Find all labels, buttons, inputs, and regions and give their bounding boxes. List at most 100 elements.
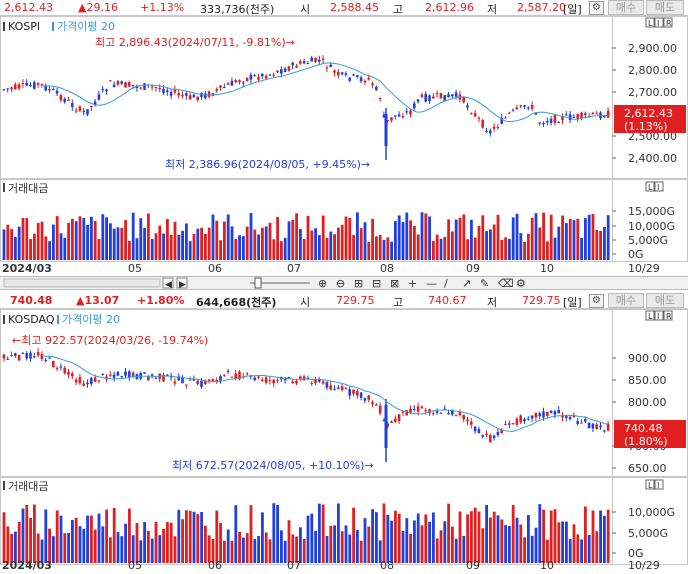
candle bbox=[154, 87, 158, 89]
volume-bar bbox=[6, 526, 10, 563]
volume-bar bbox=[215, 510, 219, 563]
last-price-value: 740.48 bbox=[624, 422, 663, 435]
candle bbox=[546, 121, 549, 123]
candle bbox=[401, 116, 405, 118]
volume-bar bbox=[245, 533, 249, 563]
candle bbox=[230, 80, 234, 86]
volume-bar bbox=[416, 513, 420, 563]
volume-bar bbox=[234, 238, 238, 260]
volume-bar bbox=[219, 240, 222, 260]
chart-toolbar-icons[interactable]: ◀ ▶ ⊕ ⊖ ⊞ ⊟ ⊠ + — / ↗ ✎ ⌫ ⚙ bbox=[0, 276, 688, 290]
candle bbox=[587, 422, 591, 429]
volume-bar bbox=[283, 237, 287, 260]
kospi-sell-button[interactable]: 매도 bbox=[646, 0, 684, 15]
candle bbox=[413, 408, 416, 410]
volume-bar bbox=[112, 228, 116, 260]
candle bbox=[120, 376, 123, 378]
volume-bar bbox=[29, 517, 32, 563]
max-annotation: ←최고 922.57(2024/03/26, -19.74%) bbox=[12, 334, 208, 347]
volume-bar bbox=[572, 220, 576, 260]
volume-bar bbox=[162, 233, 165, 260]
last-price-value: 2,612.43 bbox=[624, 107, 673, 120]
volume-bar bbox=[428, 216, 431, 260]
kospi-buy-button[interactable]: 매수 bbox=[608, 0, 644, 15]
kosdaq-chart[interactable]: KOSDAQ가격이평 20LIRLI900.00850.00800.00700.… bbox=[0, 309, 688, 574]
candle bbox=[21, 82, 25, 84]
volume-bar bbox=[576, 534, 580, 563]
candle bbox=[394, 115, 397, 117]
candle bbox=[416, 406, 420, 412]
candle bbox=[52, 89, 55, 91]
volume-bar bbox=[2, 229, 6, 260]
price-tick-label: 650.00 bbox=[628, 462, 667, 475]
volume-bar bbox=[17, 226, 21, 260]
volume-bar bbox=[428, 521, 431, 563]
volume-axis-pane bbox=[612, 477, 688, 565]
volume-bar bbox=[378, 234, 382, 260]
volume-bar bbox=[409, 220, 412, 260]
candle bbox=[481, 435, 484, 437]
candle bbox=[131, 372, 135, 377]
volume-bar bbox=[253, 539, 257, 563]
volume-bar bbox=[188, 510, 192, 563]
volume-bar bbox=[352, 235, 355, 260]
volume-bar bbox=[188, 241, 192, 260]
candle bbox=[272, 379, 275, 384]
kospi-chart[interactable]: KOSPI 가격이평 20 L I RL I2,900.002,800.002,700.0… bbox=[0, 16, 688, 276]
kosdaq-period[interactable]: [일] bbox=[563, 294, 582, 310]
volume-bar bbox=[287, 520, 291, 563]
volume-bar bbox=[591, 510, 595, 563]
candle bbox=[340, 386, 344, 391]
volume-bar bbox=[591, 213, 595, 260]
candle bbox=[295, 380, 298, 384]
crash-candle bbox=[384, 114, 388, 146]
axis-mode-icon-label: L bbox=[648, 312, 653, 321]
kosdaq-settings-icon[interactable]: ⚙ bbox=[589, 294, 604, 308]
volume-bar bbox=[181, 519, 184, 563]
volume-bar bbox=[147, 531, 150, 563]
volume-tick-label: 0G bbox=[628, 248, 644, 261]
min-annotation: 최저 2,386.96(2024/08/05, +9.45%)→ bbox=[165, 158, 370, 171]
candle bbox=[432, 96, 435, 99]
candle bbox=[371, 402, 374, 405]
kosdaq-summary-bar: 740.48 ▲13.07 +1.80% 644,668(천주) 시 729.7… bbox=[0, 293, 688, 309]
volume-bar bbox=[314, 228, 317, 260]
volume-bar bbox=[523, 537, 526, 563]
candle bbox=[591, 112, 595, 115]
candle bbox=[439, 93, 443, 99]
candle bbox=[367, 77, 370, 80]
volume-bar bbox=[272, 239, 276, 260]
price-pane bbox=[0, 16, 613, 179]
volume-bar bbox=[253, 229, 257, 260]
vol-axis-mode-icon-label: I bbox=[657, 183, 659, 192]
kosdaq-sell-button[interactable]: 매도 bbox=[646, 293, 684, 308]
kospi-settings-icon[interactable]: ⚙ bbox=[589, 1, 604, 15]
volume-bar bbox=[234, 505, 238, 563]
candle bbox=[375, 86, 378, 91]
volume-bar bbox=[90, 515, 93, 563]
kospi-high-label: 고 bbox=[393, 3, 404, 16]
candle bbox=[321, 58, 325, 60]
volume-bar bbox=[211, 214, 215, 260]
volume-bar bbox=[508, 238, 511, 260]
volume-bar bbox=[55, 216, 59, 260]
volume-bar bbox=[143, 227, 146, 260]
ma-marker bbox=[52, 22, 54, 31]
candle bbox=[21, 353, 25, 355]
volume-bar bbox=[542, 212, 545, 260]
volume-bar bbox=[67, 222, 70, 260]
kosdaq-buy-button[interactable]: 매수 bbox=[608, 293, 644, 308]
volume-bar bbox=[162, 528, 165, 563]
candle bbox=[287, 377, 291, 379]
candle bbox=[580, 422, 583, 424]
volume-bar bbox=[109, 537, 112, 563]
pen-icon: ✎ bbox=[480, 277, 489, 290]
candle bbox=[291, 62, 294, 66]
candle bbox=[150, 86, 154, 88]
kospi-period[interactable]: [일] bbox=[563, 1, 582, 17]
volume-bar bbox=[29, 239, 32, 260]
volume-bar bbox=[386, 237, 390, 260]
volume-bar bbox=[508, 526, 511, 563]
candle bbox=[154, 377, 158, 379]
candle bbox=[6, 358, 9, 360]
